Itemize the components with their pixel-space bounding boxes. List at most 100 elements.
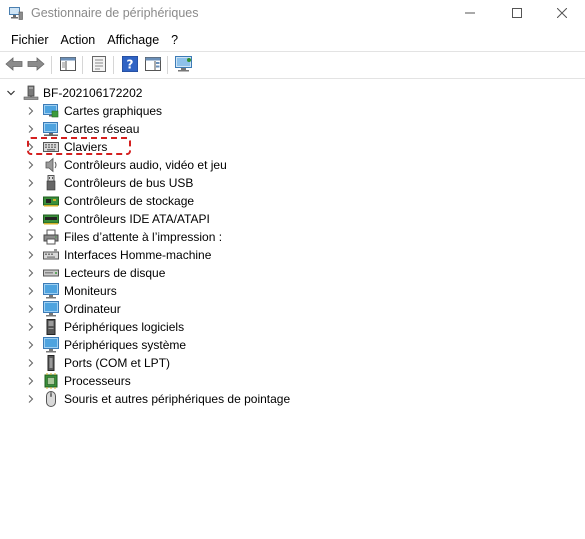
chevron-right-icon[interactable]: [26, 286, 36, 296]
tree-category-label: Files d’attente à l’impression :: [64, 230, 223, 244]
print-queue-icon: [43, 229, 59, 245]
tree-category-row[interactable]: Processeurs: [26, 372, 131, 390]
tree-category-row[interactable]: Ports (COM et LPT): [26, 354, 170, 372]
usb-icon: [43, 175, 59, 191]
tree-category-row[interactable]: Périphériques système: [26, 336, 186, 354]
back-button[interactable]: [4, 55, 24, 75]
system-device-icon: [43, 337, 59, 353]
tree-category-row[interactable]: Contrôleurs audio, vidéo et jeu: [26, 156, 227, 174]
tree-category-row[interactable]: Souris et autres périphériques de pointa…: [26, 390, 290, 408]
monitor-icon: [43, 283, 59, 299]
tree-category-label: Périphériques système: [64, 338, 187, 352]
toolbar: ?: [0, 52, 585, 78]
display-adapter-icon: [43, 103, 59, 119]
title-bar: Gestionnaire de périphériques: [0, 0, 585, 28]
tree-category-label: Ordinateur: [64, 302, 121, 316]
minimize-icon: [465, 7, 475, 21]
chevron-right-icon[interactable]: [26, 232, 36, 242]
menu-help[interactable]: ?: [165, 30, 184, 50]
maximize-icon: [512, 7, 522, 21]
toolbar-separator: [82, 56, 83, 74]
menu-bar: Fichier Action Affichage ?: [0, 29, 585, 51]
tree-category-row[interactable]: Périphériques logiciels: [26, 318, 184, 336]
forward-arrow-icon: [27, 56, 45, 74]
tree-category-label: Cartes graphiques: [64, 104, 163, 118]
chevron-right-icon[interactable]: [26, 250, 36, 260]
tree-category-label: Contrôleurs de bus USB: [64, 176, 194, 190]
tree-category-label: Interfaces Homme-machine: [64, 248, 212, 262]
toolbar-content-divider: [0, 78, 585, 79]
hid-icon: [43, 247, 59, 263]
tree-category-label: Contrôleurs audio, vidéo et jeu: [64, 158, 227, 172]
properties-button[interactable]: [89, 55, 109, 75]
processor-icon: [43, 373, 59, 389]
tree-category-row[interactable]: Ordinateur: [26, 300, 121, 318]
chevron-right-icon[interactable]: [26, 196, 36, 206]
chevron-right-icon[interactable]: [26, 178, 36, 188]
tree-category-row[interactable]: Lecteurs de disque: [26, 264, 165, 282]
tree-category-label: Périphériques logiciels: [64, 320, 185, 334]
storage-controller-icon: [43, 193, 59, 209]
tree-category-label: Contrôleurs de stockage: [64, 194, 195, 208]
menu-fichier[interactable]: Fichier: [5, 30, 55, 50]
network-adapter-icon: [43, 121, 59, 137]
toolbar-separator: [51, 56, 52, 74]
device-manager-app-icon: [9, 7, 23, 20]
forward-button[interactable]: [26, 55, 46, 75]
chevron-right-icon[interactable]: [26, 376, 36, 386]
show-hide-tree-button[interactable]: [58, 55, 78, 75]
tree-root-row[interactable]: BF-20210617220​2: [6, 84, 142, 102]
minimize-button[interactable]: [447, 0, 493, 28]
svg-text:?: ?: [127, 57, 134, 71]
menu-affichage[interactable]: Affichage: [101, 30, 165, 50]
tree-category-row[interactable]: Cartes réseau: [26, 120, 139, 138]
scan-hardware-button[interactable]: [174, 55, 194, 75]
tree-category-row[interactable]: Moniteurs: [26, 282, 117, 300]
properties-icon: [92, 55, 106, 75]
chevron-right-icon[interactable]: [26, 268, 36, 278]
chevron-right-icon[interactable]: [26, 322, 36, 332]
tree-category-row[interactable]: Contrôleurs de stockage: [26, 192, 194, 210]
software-device-icon: [43, 319, 59, 335]
close-button[interactable]: [539, 0, 585, 28]
chevron-right-icon[interactable]: [26, 124, 36, 134]
chevron-right-icon[interactable]: [26, 106, 36, 116]
tree-category-row[interactable]: Contrôleurs de bus USB: [26, 174, 193, 192]
tree-category-row[interactable]: Files d’attente à l’impression :: [26, 228, 222, 246]
computer-name-label: BF-20210617220​2: [43, 86, 143, 100]
speaker-icon: [43, 157, 59, 173]
ide-controller-icon: [43, 211, 59, 227]
chevron-right-icon[interactable]: [26, 340, 36, 350]
menu-action[interactable]: Action: [55, 30, 102, 50]
tree-category-label: Ports (COM et LPT): [64, 356, 171, 370]
toolbar-separator: [113, 56, 114, 74]
close-icon: [556, 7, 568, 21]
show-hide-pane-icon: [60, 56, 76, 74]
tree-category-label: Lecteurs de disque: [64, 266, 166, 280]
chevron-right-icon[interactable]: [26, 358, 36, 368]
tree-category-row[interactable]: Contrôleurs IDE ATA/ATAPI: [26, 210, 210, 228]
scan-hardware-monitor-icon: [175, 55, 193, 75]
back-arrow-icon: [5, 56, 23, 74]
tree-category-label: Contrôleurs IDE ATA/ATAPI: [64, 212, 210, 226]
help-button[interactable]: ?: [120, 55, 140, 75]
chevron-down-icon[interactable]: [6, 88, 16, 98]
disk-drive-icon: [43, 265, 59, 281]
highlight-annotation: [27, 137, 131, 155]
chevron-right-icon[interactable]: [26, 214, 36, 224]
chevron-right-icon[interactable]: [26, 304, 36, 314]
tree-category-label: Processeurs: [64, 374, 131, 388]
chevron-right-icon[interactable]: [26, 394, 36, 404]
port-icon: [43, 355, 59, 371]
maximize-button[interactable]: [494, 0, 540, 28]
action-pane-button[interactable]: [143, 55, 163, 75]
tree-category-row[interactable]: Cartes graphiques: [26, 102, 162, 120]
tree-category-row[interactable]: Interfaces Homme-machine: [26, 246, 211, 264]
computer-icon: [43, 301, 59, 317]
tree-category-label: Cartes réseau: [64, 122, 140, 136]
toolbar-separator: [167, 56, 168, 74]
action-pane-icon: [145, 56, 161, 74]
help-icon: ?: [121, 55, 139, 75]
tree-category-label: Souris et autres périphériques de pointa…: [64, 392, 291, 406]
chevron-right-icon[interactable]: [26, 160, 36, 170]
